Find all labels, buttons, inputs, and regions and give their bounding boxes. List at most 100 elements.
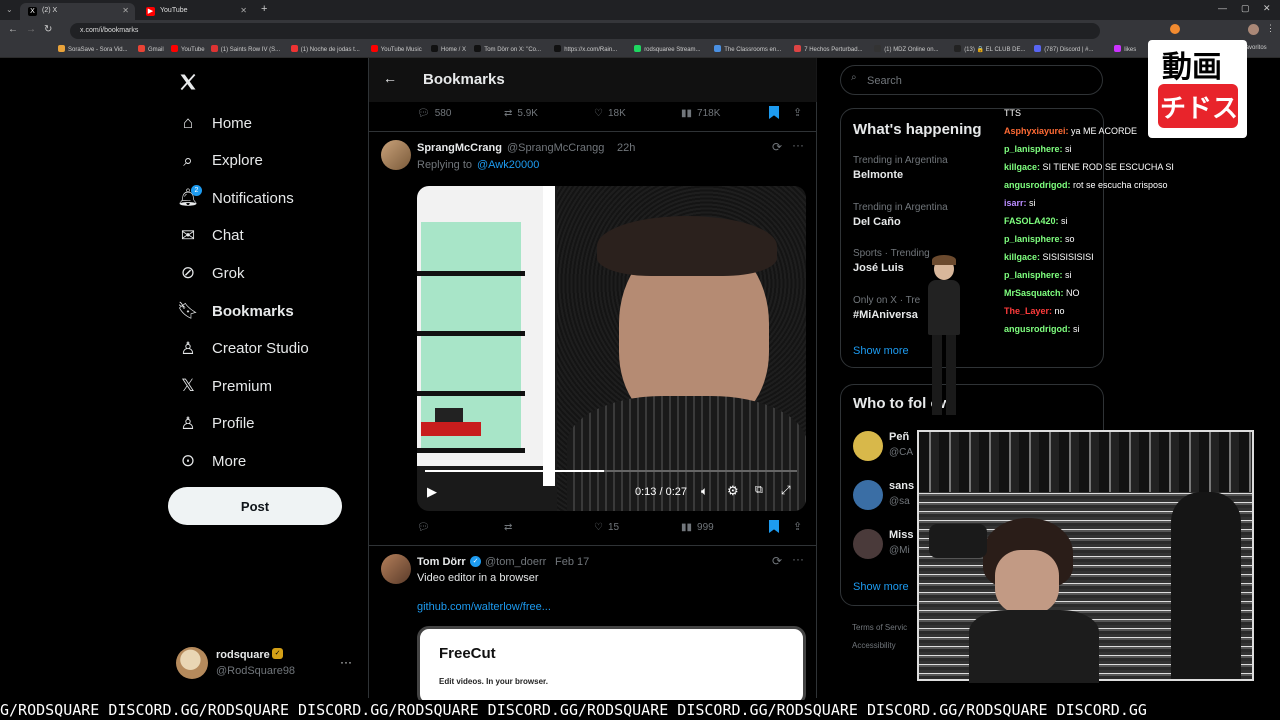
bookmark-item[interactable]: The Classrooms en...	[714, 45, 781, 53]
footer-link[interactable]: Terms of Servic	[852, 623, 907, 632]
bookmark-item[interactable]: YouTube Music	[370, 45, 422, 53]
trend-item[interactable]: Sports · Trending José Luis	[853, 248, 930, 274]
divider	[369, 545, 817, 546]
close-window-icon[interactable]: ✕	[1263, 3, 1271, 14]
search-box[interactable]: ⌕ Search	[840, 65, 1103, 95]
x-logo-icon[interactable]	[178, 72, 198, 92]
forward-icon[interactable]: →	[26, 24, 36, 35]
chat-message: isarr: si	[1004, 194, 1154, 212]
nav-item-home[interactable]: ⌂ Home	[178, 108, 252, 138]
bookmark-item[interactable]: 7 Hechos Perturbad...	[794, 45, 863, 53]
bookmark-item[interactable]: Home / X	[431, 45, 466, 53]
more-icon[interactable]: ···	[792, 138, 804, 152]
maximize-icon[interactable]: ▢	[1241, 3, 1250, 14]
close-tab-icon[interactable]: ✕	[122, 6, 129, 15]
minimize-icon[interactable]: —	[1218, 3, 1227, 13]
trend-item[interactable]: Trending in Argentina Del Caño	[853, 202, 948, 228]
more-icon[interactable]: ···	[792, 552, 804, 566]
reply-icon: 💬︎	[417, 108, 430, 119]
trend-meta: Trending in Argentina	[853, 155, 948, 166]
like-action[interactable]: ♡ 18K	[594, 108, 626, 119]
bookmark-item[interactable]: (1) Noche de jodas t...	[290, 45, 360, 53]
close-tab-icon[interactable]: ✕	[240, 6, 247, 15]
bookmark-item[interactable]: YouTube	[171, 45, 205, 53]
nav-item-grok[interactable]: ⊘ Grok	[178, 258, 245, 288]
view-count: 718K	[697, 108, 721, 119]
replying-to-link[interactable]: @Awk20000	[477, 159, 539, 171]
bookmark-item[interactable]: Tom Dörr on X: "Co...	[474, 45, 541, 53]
reply-action[interactable]: 💬︎ 580	[417, 108, 451, 119]
bookmark-item[interactable]: (13) 🔒 EL CLUB DE...	[954, 45, 1025, 53]
bookmark-item[interactable]: https://x.com/Rain...	[554, 45, 617, 53]
repost-action[interactable]: ⇄	[504, 522, 517, 533]
like-count: 18K	[607, 108, 626, 119]
extension-icon[interactable]	[1170, 24, 1180, 34]
chat-text: so	[1065, 234, 1075, 244]
bookmark-icon[interactable]	[769, 106, 779, 119]
show-more-link[interactable]: Show more	[853, 581, 909, 593]
back-arrow-icon[interactable]: ←	[383, 70, 397, 86]
chat-text: TTS	[1004, 108, 1021, 118]
tweet-author-name[interactable]: SprangMcCrang	[417, 142, 502, 154]
account-switcher[interactable]: rodsquare ✓ @RodSquare98 ···	[176, 643, 356, 683]
tab-x[interactable]: X (2) X ✕	[20, 3, 135, 20]
views-action[interactable]: ▮▮ 999	[681, 522, 714, 533]
fullscreen-icon[interactable]: ⤢	[781, 483, 791, 498]
bookmark-label: (13) 🔒 EL CLUB DE...	[964, 47, 1026, 53]
post-button[interactable]: Post	[168, 487, 342, 525]
like-action[interactable]: ♡ 15	[594, 522, 619, 533]
profile-avatar-icon[interactable]	[1248, 24, 1259, 35]
nav-item-chat[interactable]: ✉ Chat	[178, 221, 244, 251]
nav-item-more[interactable]: ⊙ More	[178, 446, 246, 476]
reply-action[interactable]: 💬︎	[417, 522, 435, 533]
more-icon[interactable]: ···	[340, 655, 352, 669]
trend-item[interactable]: Trending in Argentina Belmonte	[853, 155, 948, 181]
video-player[interactable]: ▶ 0:13 / 0:27 🔈︎ ⚙ ⧉ ⤢	[417, 186, 806, 511]
other-favorites[interactable]: favoritos	[1244, 45, 1267, 51]
search-icon: ⌕	[183, 150, 193, 170]
video-progress-track[interactable]	[425, 470, 797, 472]
tab-youtube[interactable]: ▶ YouTube ✕	[138, 3, 253, 20]
menu-icon[interactable]: ⋮	[1266, 23, 1275, 34]
share-icon[interactable]: ⇪	[793, 106, 802, 119]
tweet-author-name[interactable]: Tom Dörr	[417, 556, 466, 568]
trend-item[interactable]: Only on X · Tre #MiAniversa	[853, 295, 920, 321]
repost-action[interactable]: ⇄ 5.9K	[504, 108, 538, 119]
reload-icon[interactable]: ↻	[44, 24, 52, 35]
tab-search-icon[interactable]: ⌄	[6, 5, 13, 14]
chat-username: The_Layer:	[1004, 306, 1053, 316]
pip-icon[interactable]: ⧉	[755, 484, 763, 497]
nav-item-profile[interactable]: ♙ Profile	[178, 409, 255, 439]
tweet-link[interactable]: github.com/walterlow/free...	[417, 601, 551, 613]
nav-item-notifications[interactable]: 🔔︎ 2 Notifications	[177, 183, 294, 213]
nav-label: Profile	[212, 415, 255, 433]
views-action[interactable]: ▮▮ 718K	[681, 108, 720, 119]
nav-item-bookmarks[interactable]: 🔖︎ Bookmarks	[177, 296, 294, 326]
show-more-link[interactable]: Show more	[853, 345, 909, 357]
back-icon[interactable]: ←	[8, 24, 18, 35]
nav-item-premium[interactable]: 𝕏 Premium	[178, 371, 272, 401]
share-icon[interactable]: ⇪	[793, 520, 802, 533]
nav-item-explore[interactable]: ⌕ Explore	[178, 146, 263, 176]
address-bar[interactable]: x.com/i/bookmarks	[70, 23, 1100, 39]
nav-item-creator-studio[interactable]: ♙ Creator Studio	[178, 334, 308, 364]
x-logo-icon: 𝕏	[181, 376, 195, 396]
bookmark-label: YouTube Music	[380, 47, 422, 53]
play-icon[interactable]: ▶	[427, 484, 437, 500]
bookmark-item[interactable]: likes	[1114, 45, 1136, 53]
grok-icon[interactable]: ⟳	[772, 140, 782, 154]
bookmark-item[interactable]: (1) MDZ Online on...	[874, 45, 939, 53]
bookmark-item[interactable]: Gmail	[138, 45, 164, 53]
bookmark-item[interactable]: (1) Saints Row IV (S...	[210, 45, 280, 53]
bookmark-icon[interactable]	[769, 520, 779, 533]
settings-gear-icon[interactable]: ⚙	[727, 483, 739, 499]
bookmark-item[interactable]: SoraSave - Sora Vid...	[58, 45, 128, 53]
grok-icon[interactable]: ⟳	[772, 554, 782, 568]
footer-link[interactable]: Accessibility	[852, 641, 896, 650]
bookmark-item[interactable]: (787) Discord | #...	[1034, 45, 1093, 53]
volume-icon[interactable]: 🔈︎	[701, 484, 708, 499]
bookmark-item[interactable]: rodsquaree Stream...	[634, 45, 701, 53]
game-frame	[417, 186, 555, 486]
new-tab-button[interactable]: +	[261, 3, 267, 15]
link-card[interactable]: FreeCut Edit videos. In your browser.	[417, 626, 806, 706]
